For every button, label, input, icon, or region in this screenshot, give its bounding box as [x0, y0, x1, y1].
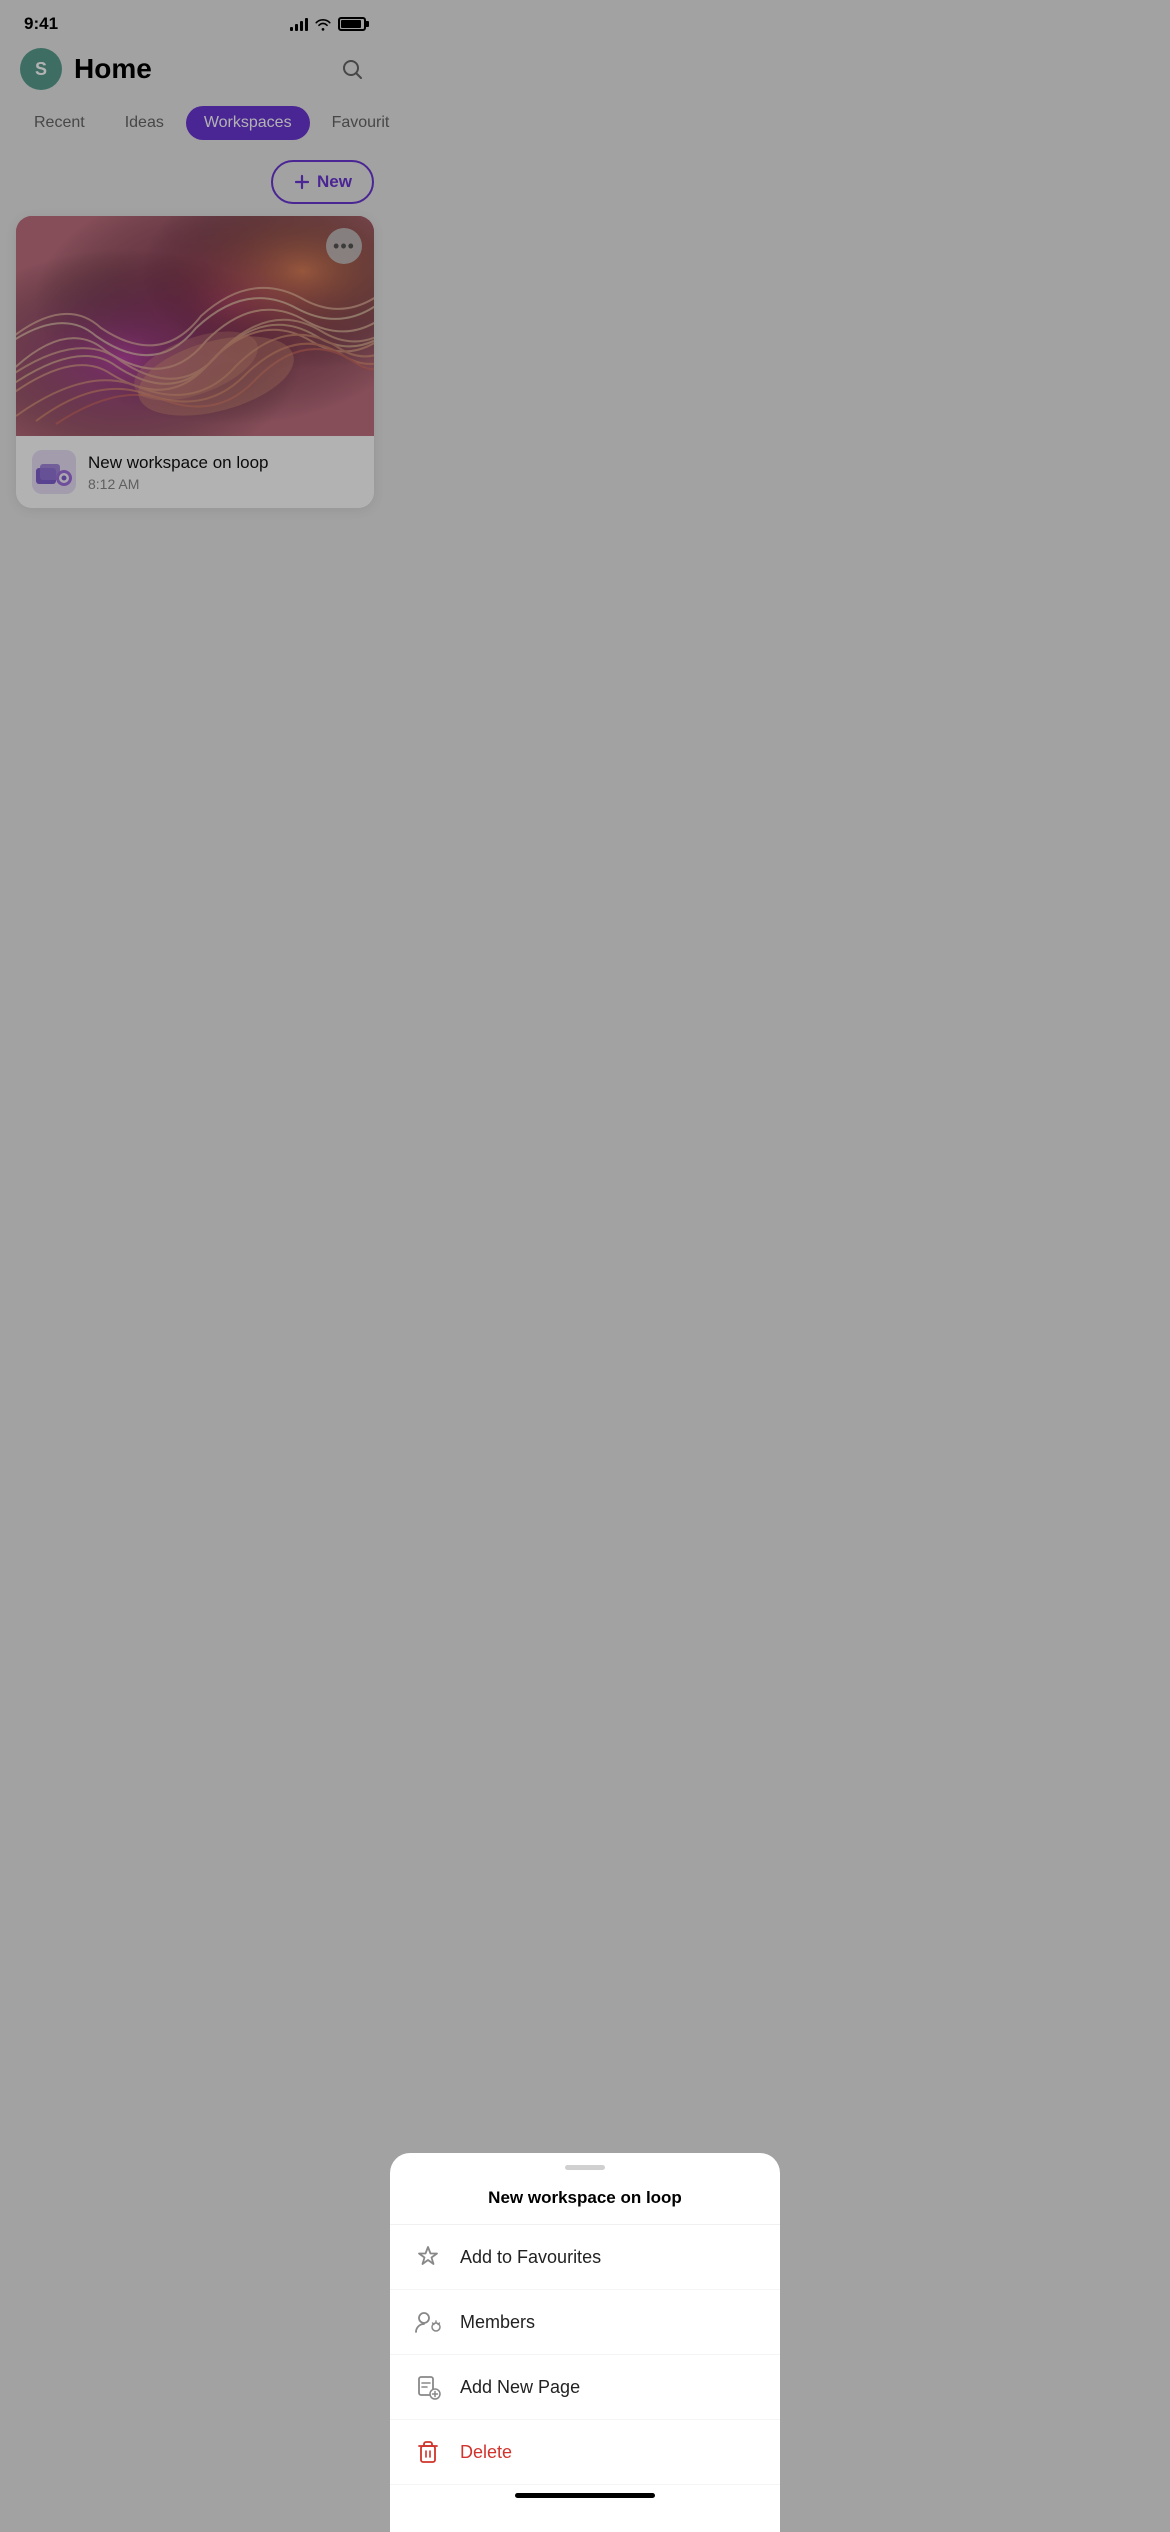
add-page-icon: [414, 2373, 442, 2401]
menu-item-add-favourites[interactable]: Add to Favourites: [390, 2225, 780, 2290]
trash-icon: [414, 2438, 442, 2466]
bottom-sheet: New workspace on loop Add to Favourites …: [390, 2153, 780, 2532]
add-page-label: Add New Page: [460, 2377, 580, 2398]
star-icon: [414, 2243, 442, 2271]
delete-label: Delete: [460, 2442, 512, 2463]
add-favourites-label: Add to Favourites: [460, 2247, 601, 2268]
sheet-handle: [565, 2165, 605, 2170]
menu-item-members[interactable]: Members: [390, 2290, 780, 2355]
home-indicator: [515, 2493, 655, 2498]
sheet-title: New workspace on loop: [390, 2178, 780, 2225]
menu-item-delete[interactable]: Delete: [390, 2420, 780, 2485]
members-icon: [414, 2308, 442, 2336]
menu-item-add-page[interactable]: Add New Page: [390, 2355, 780, 2420]
members-label: Members: [460, 2312, 535, 2333]
